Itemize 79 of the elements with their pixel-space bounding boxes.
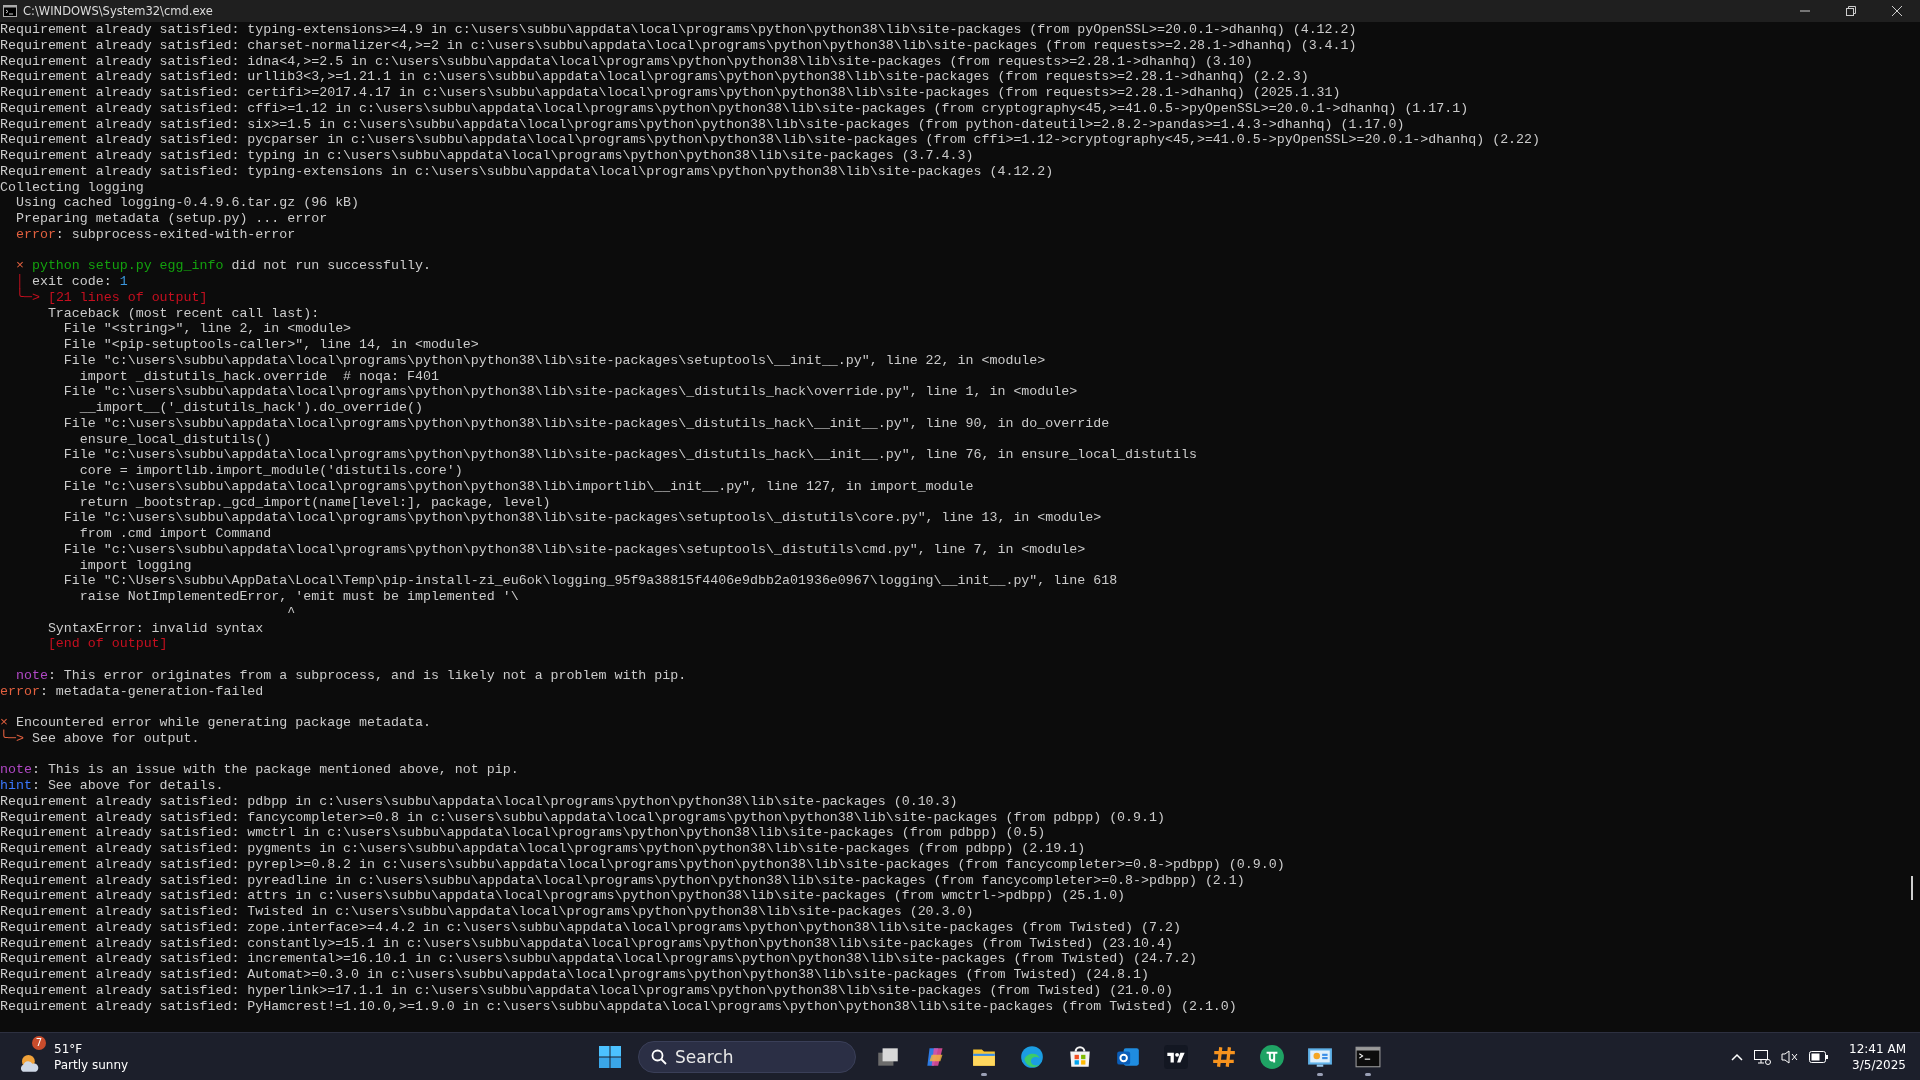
- terminal-line: SyntaxError: invalid syntax: [46, 620, 264, 637]
- terminal-line: Requirement already satisfied: idna<4,>=2.5 in c:\users\subbu\appdata\local\programs\python\python38\lib\site-packages (from requests>=2.28.1->dhanhq) (3.10): [0, 53, 1253, 70]
- terminal-line: File "<string>", line 2, in <module>: [62, 321, 352, 337]
- terminal-line: return _bootstrap._gcd_import(name[level:], package, level): [78, 494, 551, 511]
- terminal-line: Requirement already satisfied: PyHamcrest!=1.10.0,>=1.9.0 in c:\users\subbu\appdata\local\programs\python\python38\lib\site-packages (from Twisted) (2.1.0): [0, 998, 1237, 1015]
- terminal-line: Using cached logging-0.4.9.6.tar.gz (96 kB): [14, 195, 360, 211]
- terminal-line: × python setup.py egg_info did not run successfully.: [14, 258, 431, 274]
- terminal-line: Requirement already satisfied: pygments in c:\users\subbu\appdata\local\programs\python\python38\lib\site-packages (from pdbpp) (2.19.1): [0, 841, 1086, 857]
- shopping-bag-icon: [1067, 1043, 1093, 1070]
- terminal-line: import _distutils_hack.override # noqa: F401: [78, 368, 439, 385]
- terminal-line: File "c:\users\subbu\appdata\local\programs\python\python38\lib\site-packages\setuptools\_distutils\core.py", line 13, in <module>: [62, 510, 1102, 526]
- terminal-line: Collecting logging: [0, 179, 144, 196]
- terminal-line: Requirement already satisfied: Twisted in c:\users\subbu\appdata\local\programs\python\python38\lib\site-packages (20.3.0): [0, 904, 974, 920]
- terminal-line: Requirement already satisfied: typing in c:\users\subbu\appdata\local\programs\python\python38\lib\site-packages (3.7.4.3): [0, 148, 974, 164]
- terminal-line: Requirement already satisfied: Automat>=0.3.0 in c:\users\subbu\appdata\local\programs\python\python38\lib\site-packages (from Twisted) (24.8.1): [0, 967, 1150, 983]
- terminal-line: hint: See above for details.: [0, 778, 224, 794]
- terminal-line: Requirement already satisfied: incremental>=16.10.1 in c:\users\subbu\appdata\local\programs\python\python38\lib\site-packages (from Twisted) (24.7.2): [0, 951, 1197, 967]
- terminal-line: Traceback (most recent call last):: [46, 305, 320, 322]
- terminal-line: from .cmd import Command: [78, 526, 272, 542]
- terminal-line: import logging: [78, 557, 192, 574]
- terminal-line: File "c:\users\subbu\appdata\local\programs\python\python38\lib\site-packages\_distutils_hack\__init__.py", line 90, in do_override: [62, 415, 1110, 432]
- terminal-line: Requirement already satisfied: attrs in c:\users\subbu\appdata\local\programs\python\python38\lib\site-packages (from wmctrl->pdbpp) (25.1.0): [0, 888, 1126, 904]
- network-icon[interactable]: [1753, 1047, 1772, 1066]
- terminal-line: ╰─> [21 lines of output]: [14, 289, 208, 306]
- terminal-line: Requirement already satisfied: certifi>=2017.4.17 in c:\users\subbu\appdata\local\programs\python\python38\lib\site-packages (from requests>=2.28.1->dhanhq) (2025.1.31): [0, 85, 1341, 101]
- terminal-line: Requirement already satisfied: typing-extensions>=4.9 in c:\users\subbu\appdata\local\programs\python\python38\lib\site-packages (from pyOpenSSL>=20.0.1->dhanhq) (4.12.2): [0, 22, 1357, 38]
- search-icon: [651, 1048, 667, 1065]
- terminal-line: File "c:\users\subbu\appdata\local\programs\python\python38\lib\importlib\__init__.py", line 127, in import_module: [62, 478, 974, 495]
- terminal-line: File "<pip-setuptools-caller>", line 14, in <module>: [62, 337, 479, 353]
- terminal-line: __import__('_distutils_hack').do_override(): [78, 400, 423, 416]
- tv-logo-icon: [1163, 1043, 1189, 1070]
- terminal-line: Requirement already satisfied: constantly>=15.1 in c:\users\subbu\appdata\local\programs\python\python38\lib\site-packages (from Twisted) (23.10.4): [0, 935, 1173, 952]
- speaker-muted-icon[interactable]: [1781, 1048, 1800, 1065]
- letter-circle-icon: [1259, 1043, 1285, 1070]
- chevron-up-icon[interactable]: [1731, 1052, 1744, 1061]
- browser-wave-icon: [1019, 1043, 1045, 1070]
- terminal-line: Requirement already satisfied: cffi>=1.12 in c:\users\subbu\appdata\local\programs\python\python38\lib\site-packages (from cryptography<45,>=41.0.5->pyOpenSSL>=20.0.1->dhanhq) (1.17.1): [0, 100, 1469, 117]
- terminal-line: core = importlib.import_module('distutils.core'): [78, 463, 463, 479]
- terminal-line: File "C:\Users\subbu\AppData\Local\Temp\pip-install-zi_eu6ok\logging_95f9a38815f4406e9dbb2a01936e0967\logging\__init__.py", line 618: [62, 573, 1118, 589]
- terminal-line: Requirement already satisfied: charset-normalizer<4,>=2 in c:\users\subbu\appdata\local\programs\python\python38\lib\site-packages (from requests>=2.28.1->dhanhq) (3.4.1): [0, 37, 1357, 54]
- close-icon: [1892, 6, 1902, 16]
- terminal-line: raise NotImplementedError, 'emit must be implemented '\: [78, 589, 519, 605]
- terminal-line: │ exit code: 1: [14, 274, 128, 289]
- terminal-line: Requirement already satisfied: hyperlink>=17.1.1 in c:\users\subbu\appdata\local\programs\python\python38\lib\site-packages (from Twisted) (21.0.0): [0, 982, 1173, 999]
- search-box[interactable]: Search: [638, 1040, 856, 1073]
- terminal-icon: [3, 5, 17, 17]
- terminal-line: × Encountered error while generating package metadata.: [0, 715, 431, 730]
- terminal-line: Preparing metadata (setup.py) ... error: [14, 211, 328, 227]
- terminal-line: error: subprocess-exited-with-error: [14, 226, 296, 243]
- terminal-line: Requirement already satisfied: fancycompleter>=0.8 in c:\users\subbu\appdata\local\programs\python\python38\lib\site-packages (from pdbpp) (0.9.1): [0, 809, 1165, 826]
- battery-icon[interactable]: [1809, 1050, 1830, 1063]
- terminal-line: ^: [286, 604, 296, 621]
- terminal-line: File "c:\users\subbu\appdata\local\programs\python\python38\lib\site-packages\setuptools\_distutils\cmd.py", line 7, in <module>: [62, 541, 1086, 558]
- terminal-line: Requirement already satisfied: six>=1.5 in c:\users\subbu\appdata\local\programs\python\python38\lib\site-packages (from python-dateutil>=2.8.2->pandas>=1.4.3->dhanhq) (1.17.0): [0, 116, 1405, 133]
- terminal-line: Requirement already satisfied: pycparser in c:\users\subbu\appdata\local\programs\python\python38\lib\site-packages (from cffi>=1.12->cryptography<45,>=41.0.5->pyOpenSSL>=20.0.1->dhanhq) (2.22): [0, 132, 1541, 148]
- terminal-line: File "c:\users\subbu\appdata\local\programs\python\python38\lib\site-packages\setuptools\__init__.py", line 22, in <module>: [62, 352, 1046, 369]
- restore-icon: [1846, 6, 1856, 16]
- terminal-line: ╰─> See above for output.: [0, 730, 200, 747]
- four-squares-icon: [598, 1044, 622, 1069]
- terminal-line: ensure_local_distutils(): [78, 431, 272, 448]
- terminal-line: Requirement already satisfied: pyrepl>=0.8.2 in c:\users\subbu\appdata\local\programs\python\python38\lib\site-packages (from fancycompleter>=0.8->pdbpp) (0.9.0): [0, 856, 1285, 873]
- terminal-line: Requirement already satisfied: urllib3<3,>=1.21.1 in c:\users\subbu\appdata\local\programs\python\python38\lib\site-packages (from requests>=2.28.1->dhanhq) (2.2.3): [0, 69, 1309, 85]
- notification-badge: 7: [32, 1035, 46, 1050]
- temperature: 51°F: [54, 1040, 84, 1057]
- terminal-line: [end of output]: [46, 636, 168, 652]
- terminal-line: File "c:\users\subbu\appdata\local\programs\python\python38\lib\site-packages\_distutils_hack\__init__.py", line 76, in ensure_local_distutils: [62, 447, 1197, 463]
- terminal-line: Requirement already satisfied: pyreadline in c:\users\subbu\appdata\local\programs\python\python38\lib\site-packages (from fancycompleter>=0.8->pdbpp) (2.1): [0, 872, 1245, 889]
- window-title: C:\WINDOWS\System32\cmd.exe: [23, 4, 214, 18]
- terminal-line: Requirement already satisfied: typing-extensions in c:\users\subbu\appdata\local\programs\python\python38\lib\site-packages (4.12.2): [0, 163, 1054, 180]
- clock-button[interactable]: 12:41 AM 3/5/2025: [1849, 1040, 1906, 1073]
- search-input[interactable]: Search: [675, 1046, 825, 1067]
- terminal-line: note: This is an issue with the package mentioned above, not pip.: [0, 762, 519, 778]
- terminal-line: Requirement already satisfied: zope.interface>=4.4.2 in c:\users\subbu\appdata\local\programs\python\python38\lib\site-packages (from Twisted) (7.2): [0, 919, 1181, 936]
- terminal-line: error: metadata-generation-failed: [0, 683, 264, 700]
- weather-condition: Partly sunny: [54, 1056, 129, 1073]
- terminal-line: File "c:\users\subbu\appdata\local\programs\python\python38\lib\site-packages\_distutils_hack\override.py", line 1, in <module>: [62, 384, 1078, 400]
- terminal-line: Requirement already satisfied: wmctrl in c:\users\subbu\appdata\local\programs\python\python38\lib\site-packages (from pdbpp) (0.5): [0, 825, 1046, 841]
- terminal-line: note: This error originates from a subprocess, and is likely not a problem with pip.: [14, 667, 687, 684]
- terminal-line: Requirement already satisfied: pdbpp in c:\users\subbu\appdata\local\programs\python\python38\lib\site-packages (0.10.3): [0, 793, 958, 810]
